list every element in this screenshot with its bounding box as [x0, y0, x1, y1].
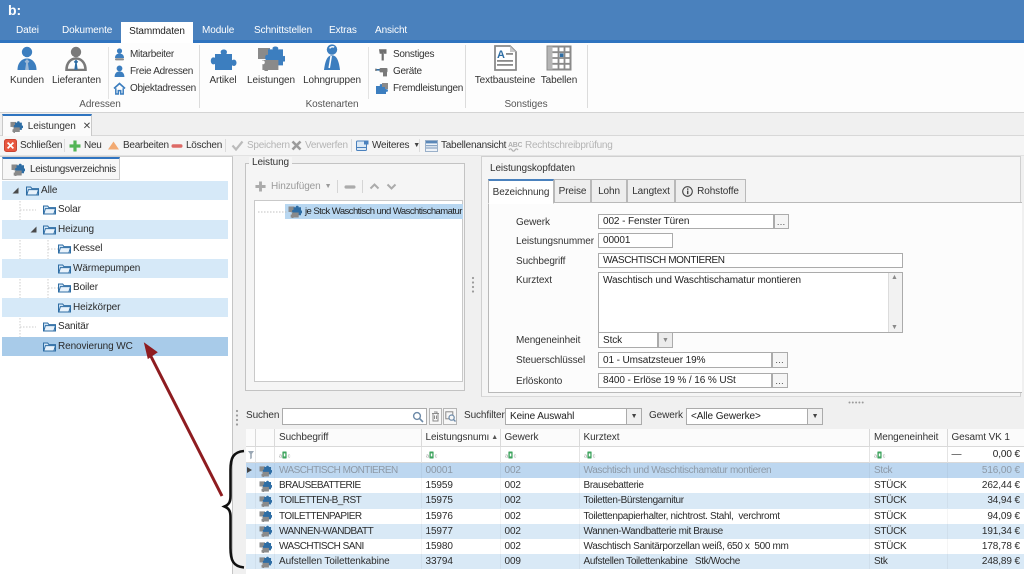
svg-text:a: a — [426, 453, 430, 459]
svg-text:ABC: ABC — [508, 142, 522, 149]
svg-text:a: a — [279, 453, 283, 459]
svg-text:c: c — [288, 453, 291, 459]
svg-text:c: c — [883, 453, 886, 459]
svg-text:c: c — [592, 453, 595, 459]
svg-text:c: c — [513, 453, 516, 459]
svg-text:a: a — [505, 453, 509, 459]
svg-text:A: A — [497, 49, 505, 61]
svg-text:c: c — [434, 453, 437, 459]
